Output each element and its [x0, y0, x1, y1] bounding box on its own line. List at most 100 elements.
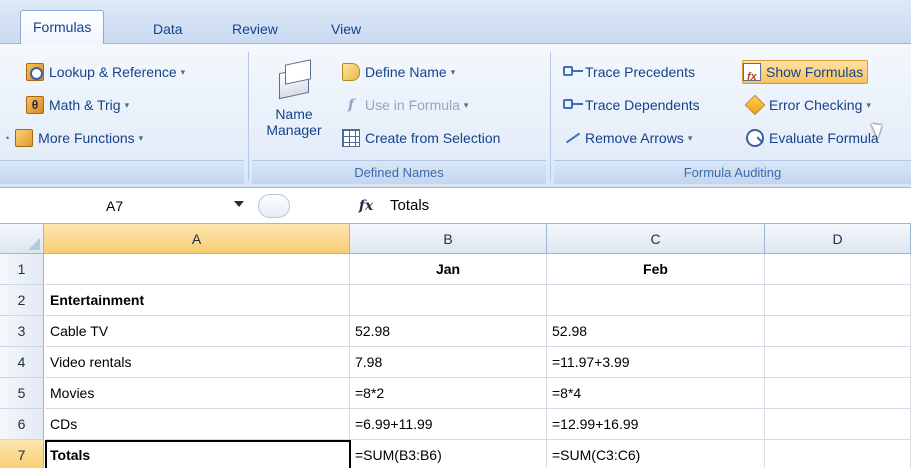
- evaluate-formula-label: Evaluate Formula: [769, 130, 879, 146]
- show-formulas-icon: [743, 63, 761, 89]
- formula-bar-resize-handle[interactable]: [258, 194, 290, 218]
- cell-d5[interactable]: [765, 378, 911, 409]
- lookup-reference-button[interactable]: Lookup & Reference ▾: [26, 60, 185, 84]
- trace-dependents-button[interactable]: Trace Dependents: [562, 93, 700, 117]
- more-functions-icon: [15, 129, 34, 147]
- math-trig-icon: θ: [26, 96, 44, 114]
- chevron-down-icon: ▾: [866, 100, 871, 110]
- cell-a2[interactable]: Entertainment: [45, 285, 350, 316]
- tab-formulas[interactable]: Formulas: [20, 10, 105, 45]
- cell-c2[interactable]: [547, 285, 765, 316]
- formula-auditing-group: Trace Precedents Trace Dependents Remove…: [554, 48, 911, 184]
- chevron-down-icon: ▾: [450, 67, 456, 77]
- cell-c6[interactable]: =12.99+16.99: [547, 409, 765, 440]
- tag-icon: [342, 63, 360, 81]
- cell-d4[interactable]: [765, 347, 911, 378]
- cell-a4[interactable]: Video rentals: [45, 347, 350, 378]
- evaluate-formula-button[interactable]: Evaluate Formula: [746, 126, 879, 150]
- name-manager-label-1: Name: [275, 106, 313, 122]
- row-header-3[interactable]: 3: [0, 316, 44, 347]
- row-header-6[interactable]: 6: [0, 409, 44, 440]
- chevron-down-icon: ▾: [180, 67, 186, 77]
- group-separator: [248, 52, 249, 180]
- cell-b3[interactable]: 52.98: [350, 316, 547, 347]
- worksheet-grid: A B C D 1 Jan Feb 2 Entertainment 3 Cabl…: [0, 224, 911, 468]
- lookup-reference-label: Lookup & Reference: [49, 64, 177, 80]
- cell-d1[interactable]: [765, 254, 911, 285]
- formula-bar: A7 fx Totals: [0, 188, 911, 224]
- cell-b4[interactable]: 7.98: [350, 347, 547, 378]
- more-functions-button[interactable]: • More Functions ▾: [6, 126, 143, 150]
- active-cell-border: [45, 440, 351, 468]
- chevron-down-icon: ▾: [463, 100, 469, 110]
- remove-arrows-button[interactable]: Remove Arrows ▾: [562, 126, 692, 150]
- trace-dependents-icon: [562, 96, 583, 114]
- column-header-d[interactable]: D: [765, 224, 911, 254]
- ribbon-tab-bar: Formulas Data Review View: [0, 0, 911, 45]
- math-trig-button[interactable]: θ Math & Trig ▾: [26, 93, 129, 117]
- function-library-caption: [0, 160, 244, 184]
- name-box[interactable]: A7: [0, 192, 252, 220]
- use-in-formula-label: Use in Formula: [365, 97, 460, 113]
- cell-d7[interactable]: [765, 440, 911, 468]
- create-from-selection-label: Create from Selection: [365, 130, 501, 146]
- remove-arrows-icon: [562, 129, 580, 147]
- tab-review[interactable]: Review: [232, 14, 278, 44]
- row-header-5[interactable]: 5: [0, 378, 44, 409]
- cell-a5[interactable]: Movies: [45, 378, 350, 409]
- cell-a6[interactable]: CDs: [45, 409, 350, 440]
- trace-precedents-icon: [562, 63, 583, 81]
- name-box-dropdown-icon[interactable]: [234, 201, 244, 207]
- remove-arrows-label: Remove Arrows: [585, 130, 684, 146]
- math-trig-label: Math & Trig: [49, 97, 121, 113]
- cell-d3[interactable]: [765, 316, 911, 347]
- formula-input[interactable]: Totals: [390, 192, 429, 220]
- chevron-down-icon: ▾: [124, 100, 130, 110]
- cell-d2[interactable]: [765, 285, 911, 316]
- use-in-formula-button[interactable]: f Use in Formula ▾: [342, 93, 468, 117]
- cell-b6[interactable]: =6.99+11.99: [350, 409, 547, 440]
- cell-a3[interactable]: Cable TV: [45, 316, 350, 347]
- cell-a1[interactable]: [45, 254, 350, 285]
- row-header-1[interactable]: 1: [0, 254, 44, 285]
- show-formulas-label: Show Formulas: [766, 64, 864, 80]
- column-header-a[interactable]: A: [44, 224, 350, 254]
- column-header-c[interactable]: C: [547, 224, 765, 254]
- name-manager-icon: [275, 60, 313, 100]
- error-checking-button[interactable]: Error Checking ▾: [744, 93, 871, 117]
- define-name-button[interactable]: Define Name ▾: [342, 60, 455, 84]
- name-manager-button[interactable]: Name Manager: [264, 56, 324, 138]
- tab-view[interactable]: View: [331, 14, 361, 44]
- chevron-down-icon: ▾: [687, 133, 693, 143]
- row-header-2[interactable]: 2: [0, 285, 44, 316]
- cell-c3[interactable]: 52.98: [547, 316, 765, 347]
- error-checking-label: Error Checking: [769, 97, 863, 113]
- cell-c5[interactable]: =8*4: [547, 378, 765, 409]
- cell-b2[interactable]: [350, 285, 547, 316]
- row-header-4[interactable]: 4: [0, 347, 44, 378]
- row-header-7[interactable]: 7: [0, 440, 44, 468]
- trace-precedents-label: Trace Precedents: [585, 64, 695, 80]
- column-header-b[interactable]: B: [350, 224, 547, 254]
- cell-c4[interactable]: =11.97+3.99: [547, 347, 765, 378]
- function-library-group: Lookup & Reference ▾ θ Math & Trig ▾ • M…: [0, 48, 244, 184]
- show-formulas-button[interactable]: Show Formulas: [742, 60, 869, 89]
- trace-precedents-button[interactable]: Trace Precedents: [562, 60, 695, 84]
- insert-function-icon[interactable]: fx: [355, 194, 377, 218]
- cell-b7[interactable]: =SUM(B3:B6): [350, 440, 547, 468]
- dot-icon: •: [6, 133, 10, 143]
- ribbon: Lookup & Reference ▾ θ Math & Trig ▾ • M…: [0, 44, 911, 188]
- name-manager-label-2: Manager: [266, 122, 322, 138]
- cell-d6[interactable]: [765, 409, 911, 440]
- defined-names-caption: Defined Names: [252, 160, 546, 184]
- fx-icon: f: [347, 97, 355, 113]
- define-name-label: Define Name: [365, 64, 447, 80]
- lookup-reference-icon: [26, 63, 44, 81]
- create-from-selection-button[interactable]: Create from Selection: [342, 126, 500, 150]
- cell-b1[interactable]: Jan: [350, 254, 547, 285]
- tab-data[interactable]: Data: [153, 14, 183, 44]
- cell-c7[interactable]: =SUM(C3:C6): [547, 440, 765, 468]
- cell-b5[interactable]: =8*2: [350, 378, 547, 409]
- select-all-button[interactable]: [0, 224, 44, 254]
- cell-c1[interactable]: Feb: [547, 254, 765, 285]
